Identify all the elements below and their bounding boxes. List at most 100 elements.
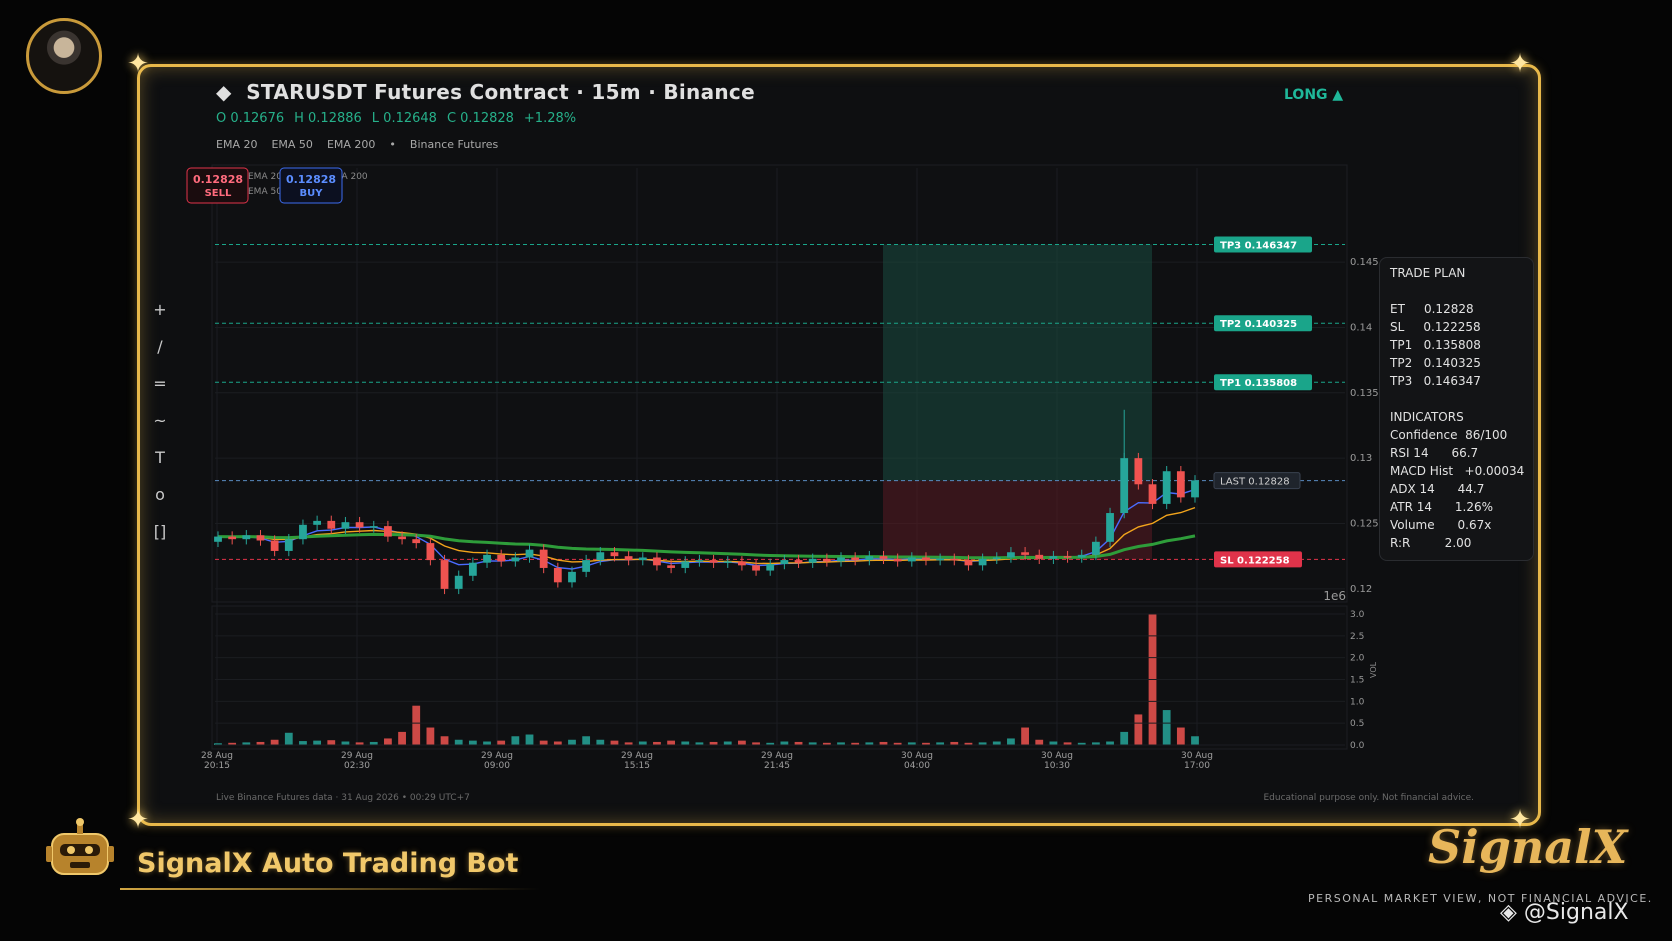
- sell-badge[interactable]: 0.12828 SELL: [186, 167, 249, 204]
- buy-badge[interactable]: 0.12828 BUY: [279, 167, 343, 204]
- volume-bar: [1007, 738, 1015, 745]
- candle-body: [865, 556, 874, 561]
- candle-body: [695, 560, 704, 562]
- level-label-tp1: TP1 0.135808: [1220, 378, 1297, 389]
- volume-bar: [1162, 710, 1171, 745]
- candle-body: [497, 554, 506, 562]
- candle-body: [384, 526, 392, 537]
- volume-bar: [610, 740, 619, 745]
- volume-bar: [398, 731, 406, 745]
- indicators-title: INDICATORS: [1390, 410, 1464, 424]
- candle-body: [299, 524, 307, 540]
- plan-tp2: TP2 0.140325: [1390, 356, 1481, 370]
- time-tick-time: 09:00: [484, 761, 510, 771]
- trade-plan-panel: TRADE PLAN ET 0.12828 SL 0.122258 TP1 0.…: [1379, 257, 1534, 561]
- volume-bar: [1134, 714, 1143, 745]
- volume-bar: [497, 740, 506, 745]
- volume-tick-label: 3.0: [1350, 610, 1365, 620]
- candle-body: [794, 560, 803, 563]
- time-tick-date: 29 Aug: [621, 751, 653, 761]
- volume-bar: [1035, 739, 1044, 745]
- candle-body: [723, 561, 732, 563]
- volume-bar: [1120, 731, 1129, 745]
- candle-body: [624, 556, 633, 561]
- volume-tick-label: 1.5: [1350, 676, 1364, 686]
- brand-handle: ◈ @SignalX: [1500, 900, 1629, 925]
- volume-bar: [270, 739, 279, 745]
- time-tick-time: 15:15: [624, 761, 650, 771]
- ind-rr: R:R 2.00: [1390, 536, 1472, 550]
- candle-body: [1063, 556, 1072, 558]
- price-tick-label: 0.145: [1350, 257, 1379, 268]
- time-tick-time: 04:00: [904, 761, 930, 771]
- plan-tp1: TP1 0.135808: [1390, 338, 1481, 352]
- level-label-tp2: TP2 0.140325: [1220, 319, 1297, 330]
- volume-bar: [384, 738, 392, 745]
- volume-bar: [1176, 727, 1185, 745]
- volume-bar: [582, 736, 591, 745]
- candle-body: [681, 561, 690, 568]
- volume-bar: [723, 741, 732, 745]
- candle-body: [738, 561, 746, 566]
- candle-body: [837, 557, 845, 562]
- time-tick-date: 29 Aug: [481, 751, 513, 761]
- price-tick-label: 0.13: [1350, 453, 1372, 464]
- trade-plan-title: TRADE PLAN: [1390, 266, 1466, 280]
- candle-body: [879, 556, 888, 559]
- candle-body: [1035, 554, 1044, 559]
- candle-body: [256, 535, 265, 541]
- candle-body: [284, 539, 293, 551]
- candle-body: [992, 557, 1001, 559]
- footer-source: Live Binance Futures data · 31 Aug 2026 …: [216, 793, 470, 803]
- ind-volume: Volume 0.67x: [1390, 518, 1492, 532]
- candle-body: [1091, 541, 1100, 555]
- volume-tick-label: 0.5: [1350, 719, 1364, 729]
- plan-tp3: TP3 0.146347: [1390, 374, 1481, 388]
- candle-body: [468, 562, 477, 576]
- candle-body: [780, 560, 789, 565]
- volume-axis-label: VOL: [1369, 661, 1378, 678]
- volume-bar: [327, 740, 336, 745]
- candle-body: [440, 560, 449, 589]
- candle-body: [327, 520, 336, 529]
- ind-macd: MACD Hist +0.00034: [1390, 464, 1525, 478]
- candle-body: [341, 522, 350, 529]
- candle-body: [922, 557, 930, 561]
- candle-body: [270, 540, 279, 551]
- candle-body: [1021, 552, 1029, 555]
- volume-pane: [211, 605, 1348, 750]
- binance-icon: ◈: [1500, 900, 1524, 925]
- price-tick-label: 0.14: [1350, 322, 1372, 333]
- candle-body: [1077, 554, 1086, 558]
- robot-icon: [46, 818, 114, 875]
- volume-bar: [341, 741, 350, 745]
- volume-bar: [539, 740, 548, 745]
- volume-tick-label: 1.0: [1350, 697, 1365, 707]
- volume-bar: [483, 741, 491, 745]
- volume-bar: [638, 741, 647, 745]
- candle-body: [398, 536, 406, 540]
- candle-body: [313, 520, 322, 525]
- candle-body: [242, 535, 251, 540]
- price-tick-label: 0.125: [1350, 519, 1379, 530]
- footer-disclaimer: Educational purpose only. Not financial …: [1263, 793, 1474, 803]
- candle-body: [851, 557, 860, 561]
- candle-body: [978, 558, 987, 566]
- volume-bar: [299, 741, 307, 745]
- candle-body: [1191, 480, 1199, 498]
- ind-confidence: Confidence 86/100: [1390, 428, 1508, 442]
- candle-body: [766, 564, 775, 571]
- signalx-logo: SignalX: [1428, 820, 1628, 874]
- candle-body: [454, 575, 463, 589]
- candle-body: [214, 536, 222, 542]
- volume-bar: [468, 740, 477, 745]
- buy-label: BUY: [300, 188, 324, 199]
- volume-bar: [568, 739, 576, 745]
- volume-bar: [553, 741, 562, 745]
- volume-bar: [1021, 727, 1029, 745]
- volume-bar: [681, 741, 690, 745]
- candle-body: [553, 567, 562, 583]
- volume-bar: [1191, 736, 1199, 745]
- candle-body: [596, 552, 605, 561]
- volume-multiplier: 1e6: [1323, 589, 1346, 603]
